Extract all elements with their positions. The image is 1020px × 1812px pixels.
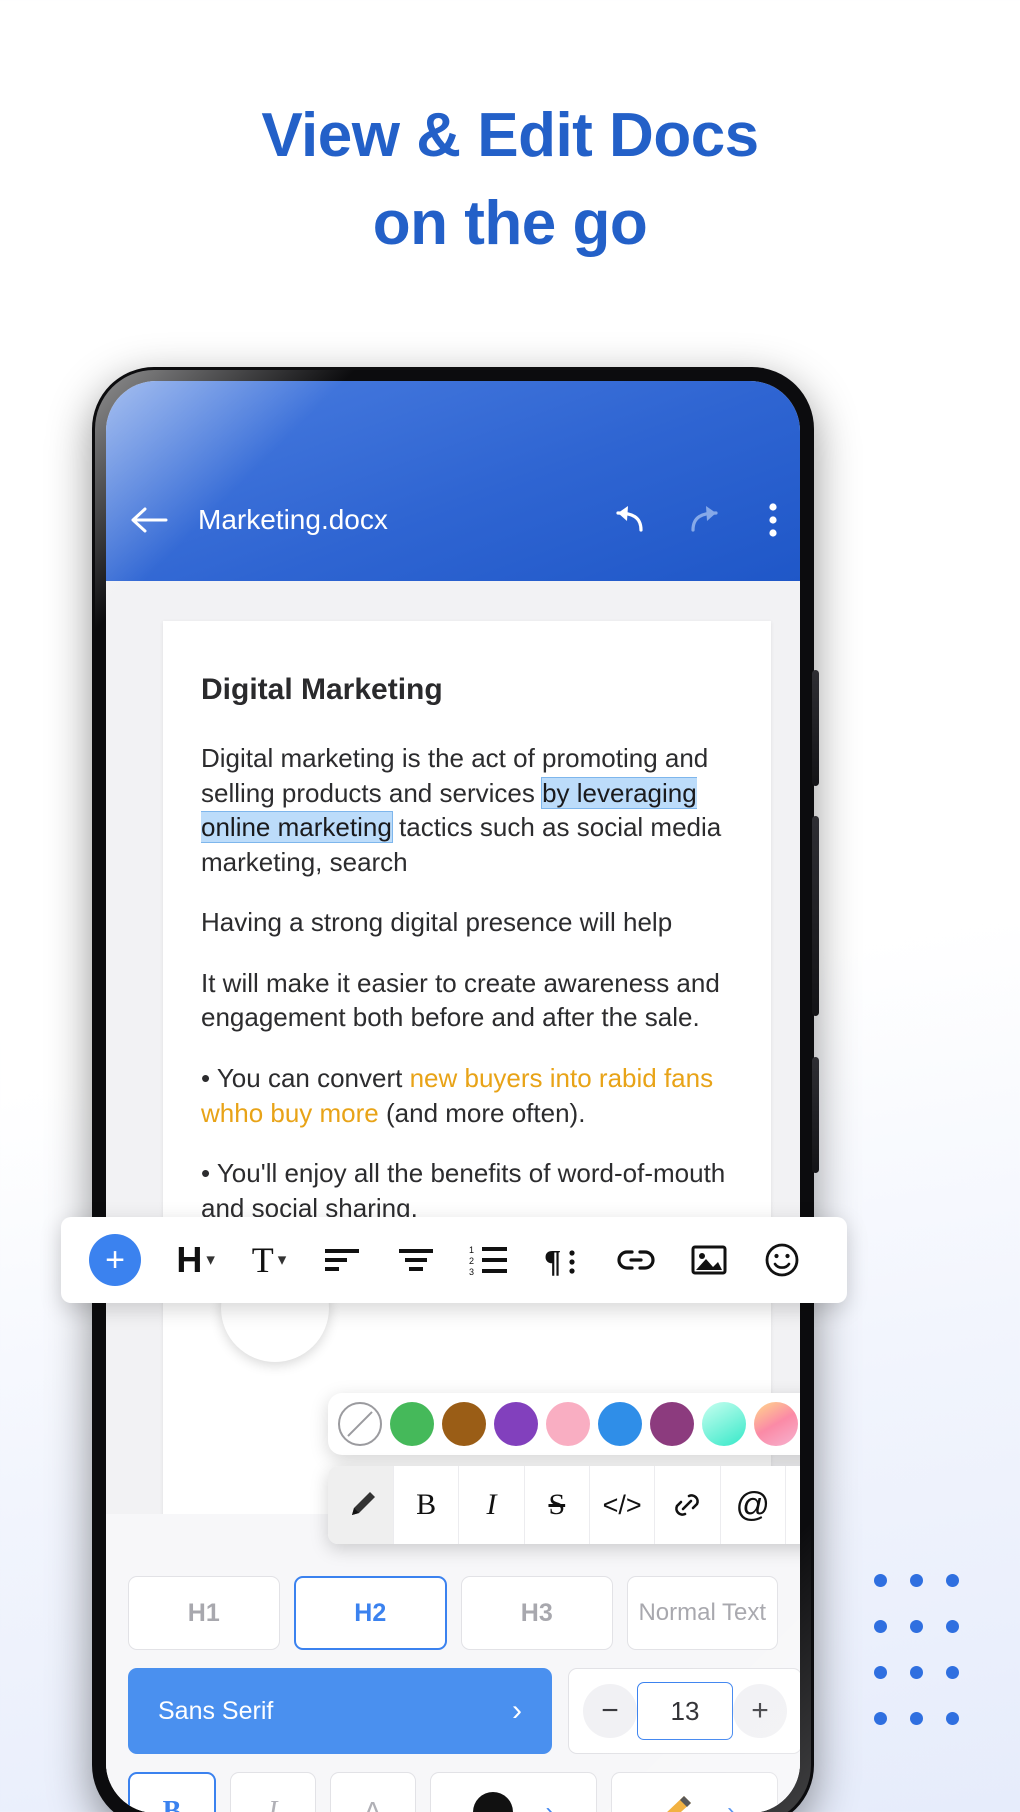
phone-side-button-middle	[812, 816, 819, 1016]
highlight-color-button[interactable]: ›	[610, 1772, 778, 1812]
chevron-right-icon: ›	[512, 1694, 522, 1727]
text-format-row: B I A › ›	[128, 1772, 778, 1812]
chevron-down-icon: ▾	[277, 1250, 287, 1269]
style-h1-button[interactable]: H1	[128, 1576, 280, 1650]
font-family-label: Sans Serif	[158, 1696, 274, 1725]
highlighter-pen-icon	[654, 1792, 696, 1812]
more-vertical-icon[interactable]	[768, 503, 778, 537]
bold-toggle[interactable]: B	[128, 1772, 216, 1812]
code-button[interactable]: </>	[590, 1466, 656, 1544]
align-left-icon[interactable]	[306, 1243, 379, 1277]
heading-dropdown[interactable]: H ▾	[159, 1239, 232, 1281]
phone-side-button-top	[812, 670, 819, 786]
underline-toggle[interactable]: A	[329, 1772, 416, 1812]
headline-line-1: View & Edit Docs	[261, 101, 759, 170]
link-icon[interactable]	[599, 1245, 672, 1275]
font-family-selector[interactable]: Sans Serif ›	[128, 1668, 552, 1754]
swatch-pink[interactable]	[546, 1402, 590, 1446]
text-color-button[interactable]: ›	[429, 1772, 597, 1812]
edit-toolbar[interactable]: + H ▾ T ▾ 1 2 3 ¶	[61, 1217, 847, 1303]
style-panel: H1 H2 H3 Normal Text Sans Serif › − 13 +…	[106, 1514, 800, 1812]
link-icon[interactable]	[655, 1466, 721, 1544]
swatch-magenta[interactable]	[650, 1402, 694, 1446]
chevron-down-icon: ▾	[206, 1250, 215, 1269]
svg-text:2: 2	[469, 1256, 474, 1266]
italic-toggle[interactable]: I	[229, 1772, 316, 1812]
svg-text:3: 3	[469, 1267, 474, 1277]
doc-bullet-1-post: (and more often).	[378, 1097, 586, 1128]
swatch-sunset-gradient[interactable]	[754, 1402, 798, 1446]
style-normal-text-button[interactable]: Normal Text	[626, 1576, 778, 1650]
paragraph-settings-icon[interactable]: ¶	[526, 1242, 599, 1278]
document-title: Marketing.docx	[198, 504, 388, 535]
doc-paragraph-3[interactable]: It will make it easier to create awarene…	[201, 966, 733, 1035]
swatch-no-color[interactable]	[338, 1402, 382, 1446]
strikethrough-button[interactable]: S	[525, 1466, 590, 1544]
font-size-value[interactable]: 13	[637, 1682, 733, 1740]
doc-heading: Digital Marketing	[201, 673, 443, 706]
redo-icon[interactable]	[688, 504, 728, 536]
define-button[interactable]: Define	[786, 1466, 800, 1544]
format-popup[interactable]: B I S </> @ Define	[328, 1466, 800, 1544]
swatch-blue[interactable]	[598, 1402, 642, 1446]
decorative-dots	[874, 1574, 982, 1758]
phone-screen: Marketing.docx Digital Marketing Digital…	[106, 381, 800, 1812]
bold-button[interactable]: B	[394, 1466, 460, 1544]
doc-paragraph-1[interactable]: Digital marketing is the act of promotin…	[201, 741, 733, 879]
font-size-increase-button[interactable]: +	[733, 1684, 787, 1738]
font-size-decrease-button[interactable]: −	[583, 1684, 637, 1738]
page-title: View & Edit Docs on the go	[0, 92, 1020, 268]
swatch-mint-gradient[interactable]	[702, 1402, 746, 1446]
text-style-dropdown[interactable]: T ▾	[232, 1239, 305, 1281]
doc-paragraph-2[interactable]: Having a strong digital presence will he…	[201, 905, 733, 940]
highlight-chevron-icon: ›	[727, 1798, 736, 1812]
font-row: Sans Serif › − 13 +	[128, 1668, 800, 1754]
doc-bullet-1[interactable]: • You can convert new buyers into rabid …	[201, 1061, 733, 1130]
mention-button[interactable]: @	[721, 1466, 786, 1544]
app-bar: Marketing.docx	[106, 381, 800, 581]
numbered-list-icon[interactable]: 1 2 3	[452, 1242, 525, 1278]
phone-side-button-bottom	[812, 1057, 819, 1173]
svg-text:¶: ¶	[544, 1243, 561, 1278]
undo-icon[interactable]	[606, 504, 646, 536]
text-glyph: T	[251, 1240, 274, 1280]
add-button[interactable]: +	[89, 1234, 141, 1286]
heading-glyph: H	[176, 1239, 203, 1280]
doc-bullet-2[interactable]: • You'll enjoy all the benefits of word-…	[201, 1156, 733, 1225]
swatch-green[interactable]	[390, 1402, 434, 1446]
style-h3-button[interactable]: H3	[461, 1576, 613, 1650]
headline-line-2: on the go	[372, 189, 648, 259]
heading-style-row: H1 H2 H3 Normal Text	[128, 1576, 778, 1650]
doc-bullet-1-pre: • You can convert	[201, 1063, 410, 1094]
text-color-chevron-icon: ›	[545, 1798, 554, 1812]
arrow-left-icon[interactable]	[130, 505, 170, 535]
style-h2-button[interactable]: H2	[293, 1576, 447, 1650]
color-palette-popup[interactable]	[328, 1393, 800, 1455]
font-size-stepper[interactable]: − 13 +	[568, 1668, 800, 1754]
image-icon[interactable]	[672, 1242, 745, 1278]
swatch-brown[interactable]	[442, 1402, 486, 1446]
italic-button[interactable]: I	[459, 1466, 525, 1544]
text-color-swatch	[472, 1792, 513, 1812]
emoji-icon[interactable]	[746, 1240, 819, 1280]
highlighter-icon[interactable]	[328, 1466, 394, 1544]
svg-text:1: 1	[469, 1245, 474, 1255]
phone-mockup: Marketing.docx Digital Marketing Digital…	[92, 367, 819, 1812]
align-center-icon[interactable]	[379, 1243, 452, 1277]
swatch-purple[interactable]	[494, 1402, 538, 1446]
